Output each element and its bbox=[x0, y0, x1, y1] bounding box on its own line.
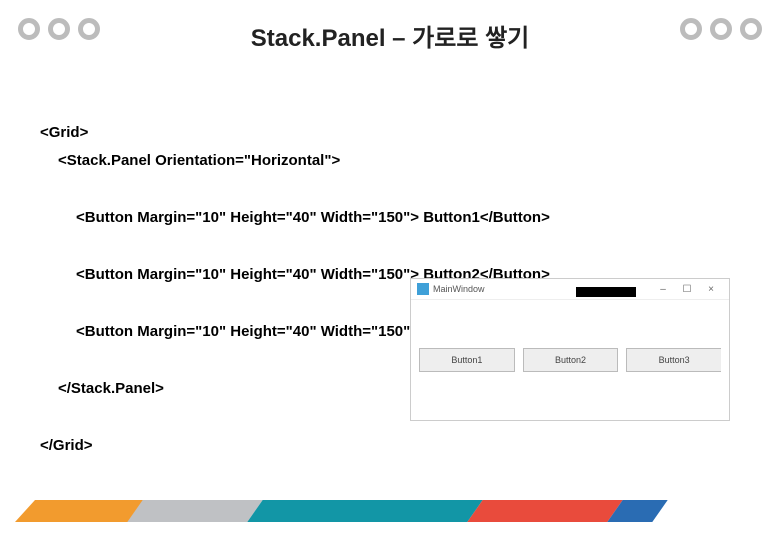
decorative-dots-right bbox=[680, 18, 762, 40]
dot-icon bbox=[18, 18, 40, 40]
preview-button-1[interactable]: Button1 bbox=[419, 348, 515, 372]
dot-icon bbox=[48, 18, 70, 40]
close-button[interactable]: × bbox=[699, 284, 723, 295]
window-body: Button1 Button2 Button3 bbox=[411, 300, 729, 420]
code-line: </Grid> bbox=[40, 437, 93, 454]
window-preview: MainWindow – ☐ × Button1 Button2 Button3 bbox=[410, 278, 730, 421]
app-icon bbox=[417, 283, 429, 295]
maximize-button[interactable]: ☐ bbox=[675, 284, 699, 295]
dot-icon bbox=[740, 18, 762, 40]
preview-button-3[interactable]: Button3 bbox=[626, 348, 721, 372]
window-titlebar: MainWindow – ☐ × bbox=[411, 279, 729, 300]
code-line: <Grid> bbox=[40, 124, 88, 141]
code-line: <Button Margin="10" Height="40" Width="1… bbox=[40, 204, 740, 233]
dot-icon bbox=[680, 18, 702, 40]
dot-icon bbox=[78, 18, 100, 40]
decorative-dots-left bbox=[18, 18, 100, 40]
redaction-bar bbox=[576, 287, 636, 297]
footer-seg bbox=[247, 500, 482, 522]
footer-decoration bbox=[0, 494, 780, 522]
preview-button-2[interactable]: Button2 bbox=[523, 348, 619, 372]
footer-shape bbox=[15, 500, 35, 522]
slide-title: Stack.Panel – 가로로 쌓기 bbox=[251, 18, 530, 53]
minimize-button[interactable]: – bbox=[651, 284, 675, 295]
footer-seg bbox=[467, 500, 622, 522]
footer-seg bbox=[127, 500, 262, 522]
footer-bar bbox=[125, 500, 660, 522]
code-line: <Stack.Panel Orientation="Horizontal"> bbox=[40, 147, 740, 176]
dot-icon bbox=[710, 18, 732, 40]
